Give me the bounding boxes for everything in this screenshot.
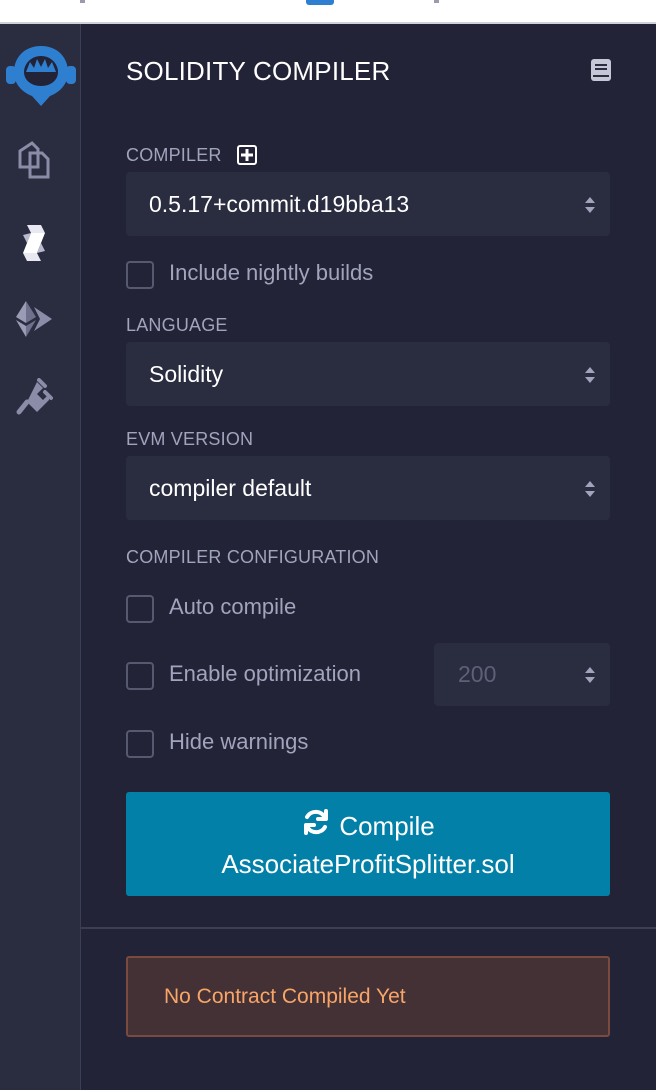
select-arrows-icon	[585, 481, 595, 497]
active-tab-indicator	[306, 0, 334, 5]
language-value: Solidity	[149, 360, 224, 387]
icon-panel	[0, 24, 81, 1090]
tab-marker	[80, 0, 85, 3]
refresh-icon	[301, 807, 331, 846]
compiler-label: COMPILER	[126, 145, 222, 165]
remix-logo-icon[interactable]	[0, 40, 81, 110]
evm-version-select[interactable]: compiler default	[126, 456, 610, 520]
plugin-manager-icon[interactable]	[13, 376, 55, 418]
compilation-status-text: No Contract Compiled Yet	[164, 984, 406, 1008]
compiler-configuration-label: COMPILER CONFIGURATION	[126, 547, 380, 567]
auto-compile-checkbox[interactable]	[126, 595, 154, 623]
compiler-version-value: 0.5.17+commit.d19bba13	[149, 190, 410, 217]
compile-button[interactable]: Compile AssociateProfitSplitter.sol	[126, 792, 610, 896]
hide-warnings-checkbox[interactable]	[126, 730, 154, 758]
compilation-status-alert: No Contract Compiled Yet	[126, 956, 610, 1037]
compile-button-filename: AssociateProfitSplitter.sol	[221, 848, 515, 879]
compiler-version-select[interactable]: 0.5.17+commit.d19bba13	[126, 172, 610, 236]
plus-square-icon[interactable]	[237, 145, 257, 165]
select-arrows-icon	[585, 367, 595, 383]
tab-marker	[434, 0, 439, 3]
enable-optimization-checkbox[interactable]	[126, 662, 154, 690]
compile-button-label: Compile	[339, 811, 435, 841]
file-explorers-icon[interactable]	[13, 139, 55, 181]
deploy-run-icon[interactable]	[13, 298, 55, 340]
evm-version-value: compiler default	[149, 474, 312, 501]
stepper-arrows-icon	[585, 667, 595, 683]
compiler-panel: SOLIDITY COMPILER COMPILER 0.5.17+commit…	[81, 24, 656, 1090]
language-label: LANGUAGE	[126, 315, 228, 335]
page-title: SOLIDITY COMPILER	[126, 56, 391, 86]
top-tab-strip	[0, 0, 656, 24]
optimization-runs-value: 200	[458, 661, 497, 687]
nightly-builds-label: Include nightly builds	[169, 260, 374, 285]
solidity-compiler-icon[interactable]	[13, 222, 55, 264]
language-select[interactable]: Solidity	[126, 342, 610, 406]
optimization-runs-input[interactable]: 200	[434, 643, 610, 706]
evm-version-label: EVM VERSION	[126, 429, 254, 449]
select-arrows-icon	[585, 197, 595, 213]
enable-optimization-label: Enable optimization	[169, 661, 362, 686]
book-icon[interactable]	[590, 58, 612, 82]
nightly-builds-checkbox[interactable]	[126, 261, 154, 289]
divider	[81, 927, 656, 929]
auto-compile-label: Auto compile	[169, 594, 297, 619]
hide-warnings-label: Hide warnings	[169, 729, 309, 754]
